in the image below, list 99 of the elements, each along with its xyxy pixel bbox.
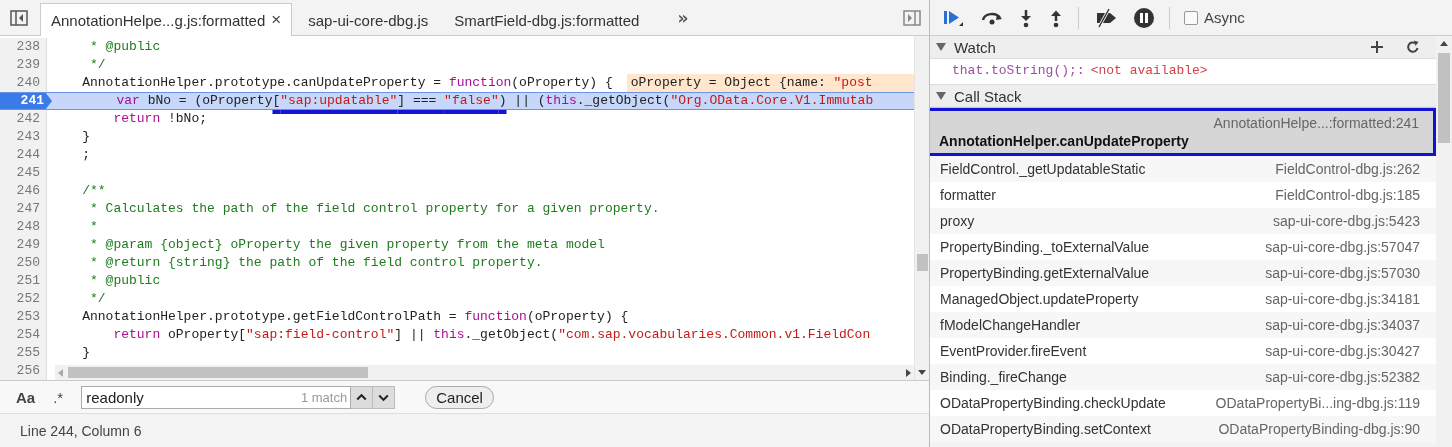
line-number: 248	[0, 218, 47, 236]
frame-location: sap-ui-core-dbg.js:57047	[1265, 239, 1420, 255]
frame-location: ODataPropertyBinding-dbg.js:90	[1218, 421, 1420, 437]
close-icon[interactable]: ×	[271, 10, 282, 30]
frame-location: AnnotationHelpe...:formatted:241	[1212, 115, 1419, 131]
line-number: 254	[0, 326, 47, 344]
function-name: Binding._fireChange	[940, 369, 1067, 385]
frame-location: ODataPropertyBi...ing-dbg.js:119	[1215, 395, 1420, 411]
line-number: 250	[0, 254, 47, 272]
more-tabs-button[interactable]: »	[677, 7, 689, 28]
frame-location: sap-ui-core-dbg.js:57030	[1265, 265, 1420, 281]
expand-triangle-icon[interactable]	[936, 43, 946, 51]
code-line: * @return {string} the path of the field control property.	[89, 254, 543, 272]
line-number: 242	[0, 110, 47, 128]
code-line: * @public	[89, 272, 161, 290]
code-line: var bNo = (oProperty["sap:updatable"] === "false") || (this._getObject("Org.OData.Core.V1.Immutab	[115, 92, 874, 110]
section-title[interactable]: Call Stack	[954, 87, 1022, 105]
line-number: 247	[0, 200, 47, 218]
pause-icon[interactable]	[1133, 6, 1155, 29]
call-frame[interactable]: proxy sap-ui-core-dbg.js:5423	[930, 208, 1436, 234]
line-number: 249	[0, 236, 47, 254]
code-line: *	[89, 218, 98, 236]
function-name: PropertyBinding._toExternalValue	[940, 239, 1150, 255]
next-match-icon[interactable]	[372, 385, 396, 409]
code-line: return !bNo;	[112, 110, 208, 128]
watch-expression: that.toString();:	[952, 63, 1085, 78]
file-tab[interactable]: SmartField-dbg.js:formatted	[444, 5, 650, 35]
call-frame[interactable]: EventProvider.fireEvent sap-ui-core-dbg.js:30427	[930, 338, 1436, 364]
code-line: */	[89, 290, 106, 308]
code-line: */	[89, 56, 106, 74]
line-number: 239	[0, 56, 47, 74]
code-line: * Calculates the path of the field control property for a given property.	[89, 200, 660, 218]
line-number: 245	[0, 164, 47, 182]
sidebar-toggle-icon[interactable]	[10, 9, 28, 26]
frame-location: FieldControl-dbg.js:185	[1275, 187, 1420, 203]
vertical-scrollbar[interactable]	[914, 36, 929, 380]
line-number: 244	[0, 146, 47, 164]
debugger-toggle-icon[interactable]	[903, 9, 921, 26]
add-icon[interactable]	[1370, 40, 1384, 54]
watch-value: <not available>	[1090, 63, 1208, 78]
line-number: 251	[0, 272, 47, 290]
refresh-icon[interactable]	[1406, 40, 1420, 54]
line-number: 255	[0, 344, 47, 362]
expand-triangle-icon[interactable]	[936, 92, 946, 100]
line-number: 253	[0, 308, 47, 326]
line-number: 252	[0, 290, 47, 308]
call-frame[interactable]: PropertyBinding._toExternalValue sap-ui-core-dbg.js:57047	[930, 234, 1436, 260]
status-bar: Line 244, Column 6	[0, 414, 929, 447]
function-name: ManagedObject.updateProperty	[940, 291, 1139, 307]
code-line: }	[81, 344, 90, 362]
cancel-button[interactable]: Cancel	[425, 385, 494, 409]
function-name: FieldControl._getUpdatableStatic	[940, 161, 1146, 177]
line-number: 241	[0, 93, 52, 109]
function-name: formatter	[940, 187, 996, 203]
line-number: 238	[0, 38, 47, 56]
code-line: }	[81, 128, 90, 146]
code-line: ;	[81, 146, 90, 164]
frame-location: sap-ui-core-dbg.js:34037	[1265, 317, 1420, 333]
frame-location: sap-ui-core-dbg.js:34181	[1265, 291, 1420, 307]
call-frame[interactable]: ODataPropertyBinding.setContext ODataPropertyBinding-dbg.js:90	[930, 416, 1436, 442]
async-label: Async	[1204, 9, 1245, 26]
frame-location: sap-ui-core-dbg.js:30427	[1265, 343, 1420, 359]
function-name: PropertyBinding.getExternalValue	[940, 265, 1150, 281]
code-line: AnnotationHelper.prototype.getFieldControlPath = function(oProperty) {	[81, 308, 629, 326]
call-frame[interactable]: FieldControl._getUpdatableStatic FieldControl-dbg.js:262	[930, 156, 1436, 182]
line-number: 240	[0, 74, 47, 92]
frame-location: FieldControl-dbg.js:262	[1275, 161, 1420, 177]
frame-location: sap-ui-core-dbg.js:52382	[1265, 369, 1420, 385]
horizontal-scrollbar[interactable]	[55, 365, 914, 380]
match-count: 1 match	[300, 389, 348, 405]
line-number: 246	[0, 182, 47, 200]
file-tab[interactable]: AnnotationHelpe...g.js:formatted ×	[40, 3, 293, 36]
function-name: EventProvider.fireEvent	[940, 343, 1087, 359]
match-case-toggle[interactable]: Aa	[16, 388, 36, 406]
call-frame[interactable]: ManagedObject.updateProperty sap-ui-core-dbg.js:34181	[930, 286, 1436, 312]
function-name: ODataPropertyBinding.checkUpdate	[940, 395, 1166, 411]
file-tab[interactable]: sap-ui-core-dbg.js	[298, 5, 439, 35]
code-line: AnnotationHelper.prototype.canUpdateProperty = function(oProperty) {	[81, 74, 613, 92]
code-line: * @param {object} oProperty the given property from the meta model	[89, 236, 605, 254]
code-line: /**	[81, 182, 106, 200]
call-frame[interactable]: AnnotationHelper.canUpdateProperty AnnotationHelpe...:formatted:241	[930, 108, 1436, 156]
async-checkbox[interactable]	[1184, 10, 1198, 25]
section-title[interactable]: Watch	[954, 38, 996, 56]
frame-location: sap-ui-core-dbg.js:5423	[1272, 213, 1420, 229]
call-frame[interactable]: formatter FieldControl-dbg.js:185	[930, 182, 1436, 208]
code-line: return oProperty["sap:field-control"] || this._getObject("com.sap.vocabularies.Common.v1.FieldCon	[112, 326, 871, 344]
call-frame[interactable]: fModelChangeHandler sap-ui-core-dbg.js:34037	[930, 312, 1436, 338]
call-frame[interactable]: Binding._fireChange sap-ui-core-dbg.js:52382	[930, 364, 1436, 390]
function-name: proxy	[940, 213, 975, 229]
code-line: * @public	[89, 38, 161, 56]
function-name: fModelChangeHandler	[940, 317, 1081, 333]
call-frame[interactable]: PropertyBinding.getExternalValue sap-ui-core-dbg.js:57030	[930, 260, 1436, 286]
regex-toggle[interactable]: .*	[53, 388, 64, 406]
line-number: 243	[0, 128, 47, 146]
function-name: ODataPropertyBinding.setContext	[940, 421, 1151, 437]
line-number: 256	[0, 362, 47, 380]
function-name: AnnotationHelper.canUpdateProperty	[939, 133, 1190, 149]
inline-value: oProperty = Object {name: "post	[626, 74, 914, 92]
call-frame[interactable]: ODataPropertyBinding.checkUpdate ODataPropertyBi...ing-dbg.js:119	[930, 390, 1436, 416]
